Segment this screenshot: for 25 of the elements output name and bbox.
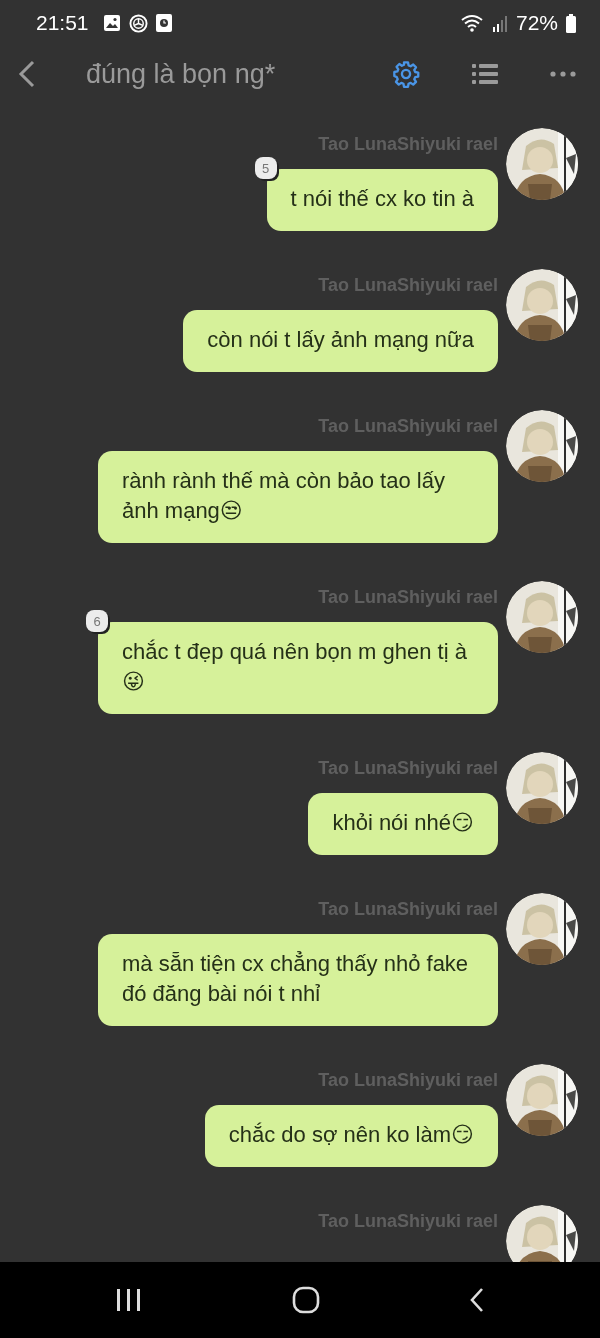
status-time: 21:51 — [36, 11, 89, 35]
message-text: khỏi nói nhé😏 — [332, 810, 474, 835]
battery-icon — [566, 13, 576, 33]
home-icon — [292, 1286, 320, 1314]
battery-percentage: 72% — [515, 11, 558, 35]
message-text: chắc do sợ nên ko làm😏 — [228, 1122, 474, 1147]
signal-icon — [491, 14, 508, 32]
wifi-icon — [459, 13, 484, 33]
aperture-icon — [128, 13, 148, 33]
list-icon — [472, 63, 498, 85]
clock-app-icon — [155, 14, 172, 32]
back-icon — [469, 1287, 486, 1313]
more-icon — [550, 71, 576, 77]
message-text: mà sẵn tiện cx chẳng thấy nhỏ fake đó đăng bài nói t nhỉ — [122, 951, 469, 1006]
chat-title: đúng là bọn ng* — [86, 58, 277, 90]
settings-icon — [392, 60, 420, 88]
gallery-icon — [102, 14, 121, 32]
message-text: chắc t đẹp quá nên bọn m ghen tị à😜 — [122, 639, 467, 694]
message-count-badge: 5 — [254, 157, 277, 179]
back-icon — [18, 60, 36, 88]
recent-apps-icon — [114, 1288, 143, 1312]
message-count-badge: 6 — [86, 610, 108, 632]
message-text: rành rành thế mà còn bảo tao lấy ảnh mạng😒 — [122, 468, 445, 523]
message-text: t nói thế cx ko tin à — [290, 186, 474, 211]
message-text: còn nói t lấy ảnh mạng nữa — [207, 327, 474, 352]
